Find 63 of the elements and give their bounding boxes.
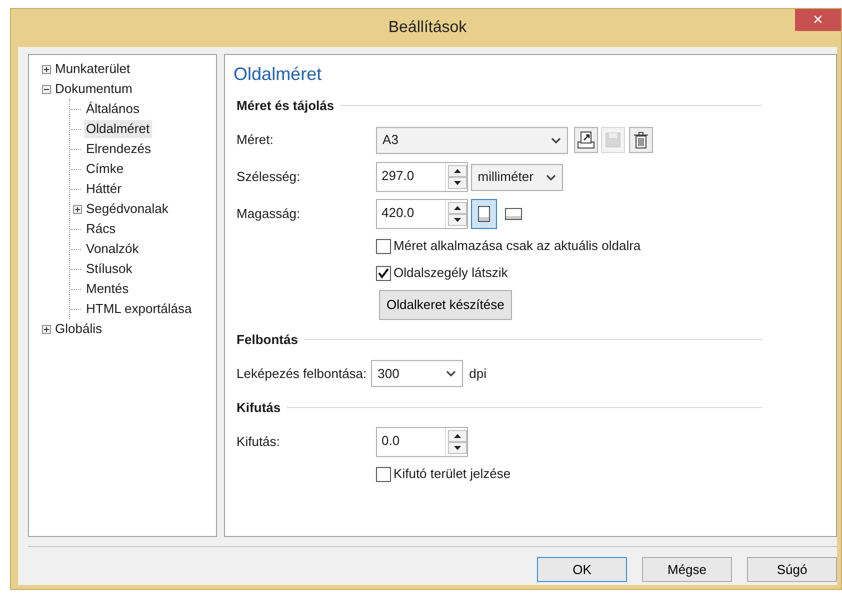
- caret-icon: [550, 136, 561, 144]
- tree-item[interactable]: Háttér: [84, 180, 124, 198]
- tree-item[interactable]: HTML exportálása: [84, 300, 194, 318]
- spin-field[interactable]: 297.0: [376, 162, 468, 192]
- window-title: Beállítások: [388, 18, 467, 38]
- expand-icon[interactable]: [42, 64, 50, 74]
- checkbox[interactable]: [376, 238, 391, 254]
- tree-item[interactable]: Címke: [84, 160, 126, 178]
- portrait-button[interactable]: [470, 199, 497, 229]
- tree-item[interactable]: Stílusok: [84, 260, 134, 278]
- import-button[interactable]: [574, 127, 598, 153]
- save-icon: [603, 130, 624, 150]
- section-heading: Kifutás: [236, 399, 281, 417]
- spin-down-icon: [448, 442, 467, 454]
- section-heading: Méret és tájolás: [236, 97, 334, 115]
- dialog-button[interactable]: OK: [537, 557, 627, 582]
- spin-down-icon: [448, 177, 467, 189]
- spin-up-icon: [448, 202, 467, 214]
- checkbox-label[interactable]: Kifutó terület jelzése: [394, 464, 511, 484]
- tree-item[interactable]: Segédvonalak: [84, 200, 170, 218]
- dropdown[interactable]: A3: [376, 126, 568, 154]
- create-frame-button[interactable]: Oldalkeret készítése: [378, 290, 512, 320]
- unit-label: dpi: [469, 364, 487, 383]
- section-heading: Felbontás: [236, 330, 298, 348]
- tree-item[interactable]: Munkaterület: [53, 60, 132, 78]
- spin-field[interactable]: 420.0: [376, 199, 468, 229]
- field-label: Szélesség:: [236, 168, 302, 186]
- import-icon: [576, 130, 596, 150]
- expand-icon[interactable]: [72, 204, 82, 214]
- checkbox-label[interactable]: Oldalszegély látszik: [394, 263, 508, 283]
- panel-title: Oldalméret: [234, 63, 323, 86]
- dialog-button[interactable]: Mégse: [642, 557, 732, 582]
- expand-icon[interactable]: [42, 324, 50, 334]
- field-label: Kifutás:: [236, 433, 281, 452]
- dropdown[interactable]: 300: [370, 360, 463, 387]
- field-label: Méret:: [236, 131, 274, 150]
- checkmark-icon: [376, 267, 390, 279]
- tree-item[interactable]: Oldalméret: [84, 120, 152, 138]
- tree-item[interactable]: Rács: [84, 220, 118, 238]
- trash-button[interactable]: [628, 127, 653, 153]
- checkbox[interactable]: [376, 266, 391, 280]
- checkbox[interactable]: [376, 466, 391, 482]
- tree-item[interactable]: Vonalzók: [84, 240, 141, 258]
- collapse-icon[interactable]: [42, 84, 50, 94]
- spin-field[interactable]: 0.0: [376, 427, 468, 457]
- field-label: Magasság:: [236, 205, 302, 224]
- checkbox-label[interactable]: Méret alkalmazása csak az aktuális oldalra: [394, 236, 641, 256]
- portrait-icon: [478, 206, 490, 222]
- spin-up-icon: [448, 430, 467, 442]
- tree-item[interactable]: Globális: [53, 320, 104, 338]
- spin-up-icon: [448, 165, 467, 177]
- tree-item[interactable]: Általános: [84, 100, 142, 118]
- tree-item[interactable]: Mentés: [84, 280, 131, 298]
- landscape-icon: [504, 208, 522, 220]
- close-button[interactable]: ✕: [795, 9, 841, 31]
- caret-icon: [546, 174, 556, 180]
- unit-dropdown[interactable]: milliméter: [470, 164, 563, 190]
- field-label: Leképezés felbontása:: [236, 364, 367, 383]
- spin-down-icon: [448, 214, 467, 226]
- tree-item[interactable]: Elrendezés: [84, 140, 154, 158]
- caret-icon: [446, 370, 456, 377]
- tree-item[interactable]: Dokumentum: [53, 80, 134, 98]
- dialog-button[interactable]: Súgó: [747, 557, 837, 582]
